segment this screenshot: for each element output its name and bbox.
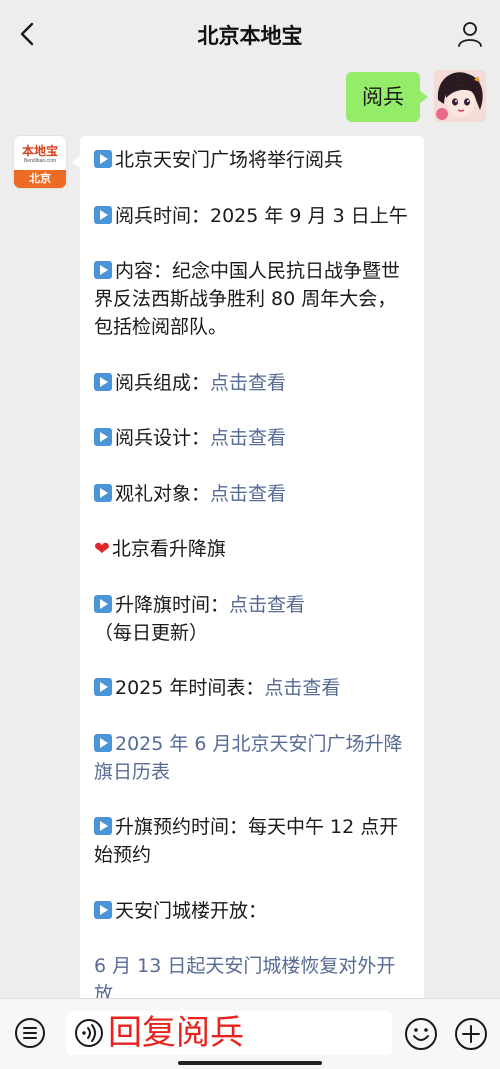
outgoing-message-bubble[interactable]: 阅兵 — [346, 72, 428, 122]
message-line: 阅兵组成：点击查看 — [94, 369, 414, 397]
menu-list-icon[interactable] — [14, 1017, 46, 1049]
outgoing-message-row: 阅兵 — [346, 70, 486, 126]
profile-icon[interactable] — [456, 20, 484, 48]
message-line: 北京天安门广场将举行阅兵 — [94, 146, 414, 174]
my-avatar[interactable] — [434, 70, 486, 122]
message-input[interactable]: 回复阅兵 — [66, 1011, 392, 1055]
play-bullet-icon — [94, 483, 112, 502]
view-link[interactable]: 点击查看 — [264, 677, 340, 699]
play-bullet-icon — [94, 900, 112, 919]
incoming-message-bubble: 北京天安门广场将举行阅兵 阅兵时间：2025 年 9 月 3 日上午 内容：纪念… — [80, 136, 424, 1036]
account-avatar[interactable]: 本地宝 Bendibao.com 北京 — [14, 136, 66, 188]
message-line: 观礼对象：点击查看 — [94, 480, 414, 508]
message-line: 2025 年 6 月北京天安门广场升降旗日历表 — [94, 730, 414, 786]
voice-icon[interactable] — [74, 1018, 104, 1048]
heart-icon: ❤ — [94, 538, 110, 560]
play-bullet-icon — [94, 150, 112, 168]
play-bullet-icon — [94, 428, 112, 446]
message-line: 内容：纪念中国人民抗日战争暨世界反法西斯战争胜利 80 周年大会，包括检阅部队。 — [94, 260, 401, 338]
chat-header: 北京本地宝 — [0, 0, 500, 68]
view-link[interactable]: 点击查看 — [210, 372, 286, 394]
view-link[interactable]: 点击查看 — [229, 594, 305, 616]
play-bullet-icon — [94, 817, 112, 835]
input-bar: 回复阅兵 — [0, 998, 500, 1069]
message-line: 天安门城楼开放： — [94, 897, 414, 925]
avatar-city-label: 北京 — [14, 170, 66, 188]
avatar-logo-name: 本地宝 — [21, 144, 58, 158]
message-line: 升旗预约时间：每天中午 12 点开始预约 — [94, 816, 399, 866]
view-link[interactable]: 点击查看 — [210, 483, 286, 505]
anime-avatar-icon — [434, 70, 486, 122]
message-line: ❤ 北京看升降旗 — [94, 535, 414, 563]
chat-title: 北京本地宝 — [197, 24, 303, 48]
input-text: 回复阅兵 — [108, 1013, 244, 1053]
play-bullet-icon — [94, 594, 112, 613]
play-bullet-icon — [94, 372, 112, 391]
avatar-logo-sub: Bendibao.com — [24, 158, 56, 164]
play-bullet-icon — [94, 733, 112, 752]
message-content: 北京天安门广场将举行阅兵 阅兵时间：2025 年 9 月 3 日上午 内容：纪念… — [94, 146, 414, 1036]
play-bullet-icon — [94, 678, 112, 696]
message-line: 2025 年时间表：点击查看 — [94, 674, 414, 702]
play-bullet-icon — [94, 205, 112, 224]
calendar-link[interactable]: 2025 年 6 月北京天安门广场升降旗日历表 — [94, 733, 403, 783]
view-link[interactable]: 点击查看 — [210, 427, 286, 449]
home-indicator[interactable] — [178, 1061, 322, 1065]
message-line: 阅兵设计：点击查看 — [94, 424, 414, 452]
avatar-logo-area: 本地宝 Bendibao.com — [14, 136, 66, 170]
plus-icon[interactable] — [454, 1017, 488, 1051]
message-line: 升降旗时间：点击查看（每日更新） — [94, 593, 306, 644]
message-line: 阅兵时间：2025 年 9 月 3 日上午 — [94, 202, 414, 230]
play-bullet-icon — [94, 261, 112, 279]
emoji-icon[interactable] — [404, 1017, 438, 1051]
